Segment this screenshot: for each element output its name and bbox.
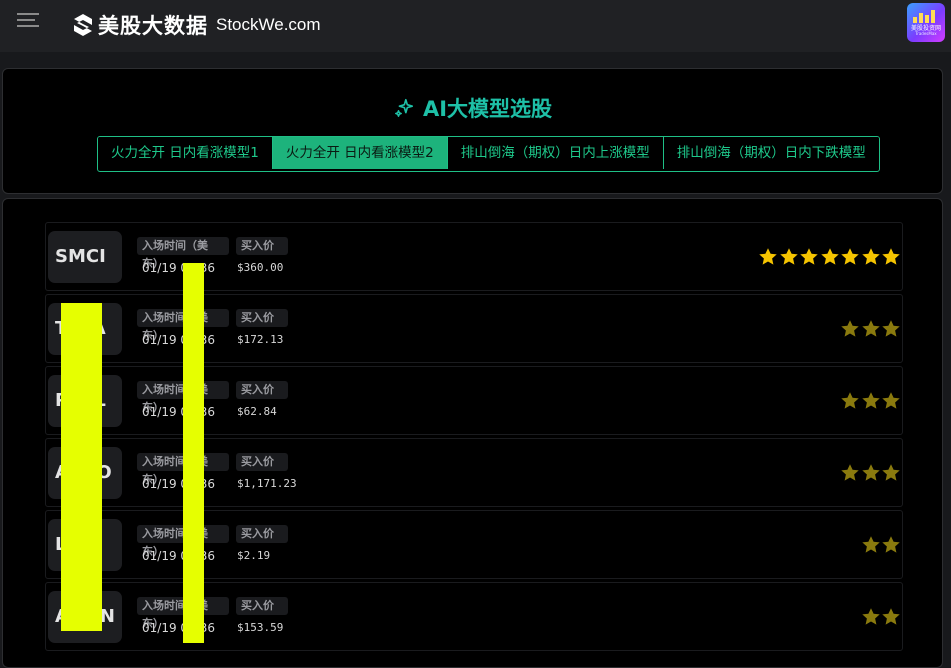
rating-stars	[860, 535, 901, 555]
buy-price-value: $62.84	[237, 405, 277, 418]
tab-model-3[interactable]: 排山倒海（期权）日内上涨模型	[447, 137, 664, 169]
buy-price-label: 买入价	[236, 525, 288, 543]
star-icon	[861, 464, 880, 481]
star-icon	[800, 248, 818, 265]
buy-price-value: $1,171.23	[237, 477, 297, 490]
pick-row[interactable]: AVGO入场时间（美东）买入价01/19 09:36$1,171.23	[45, 438, 903, 507]
tab-model-2[interactable]: 火力全开 日内看涨模型2	[272, 137, 448, 169]
rating-stars	[758, 247, 902, 267]
star-icon	[882, 248, 900, 265]
rating-stars	[840, 463, 902, 483]
entry-time-value: 01/19 09:36	[142, 261, 215, 275]
logo-title-cn: 美股大数据	[98, 14, 208, 38]
redaction-bar-right	[183, 263, 204, 643]
picks-panel: SMCI入场时间（美东）买入价01/19 09:36$360.00TSLA入场时…	[2, 198, 943, 668]
tab-model-1[interactable]: 火力全开 日内看涨模型1	[98, 137, 273, 169]
star-icon	[882, 464, 900, 481]
logo-s-icon	[74, 14, 92, 36]
star-icon	[882, 320, 900, 337]
buy-price-value: $153.59	[237, 621, 284, 634]
model-tabs: 火力全开 日内看涨模型1 火力全开 日内看涨模型2 排山倒海（期权）日内上涨模型 排山…	[97, 136, 880, 172]
chart-bars-icon	[913, 9, 939, 23]
sparkle-icon	[394, 98, 414, 117]
buy-price-label: 买入价	[236, 309, 288, 327]
rating-stars	[840, 391, 902, 411]
buy-price-label: 买入价	[236, 237, 288, 255]
top-bar: 美股大数据 StockWe.com 美股投资网 TradesMax	[0, 0, 951, 52]
buy-price-value: $360.00	[237, 261, 284, 274]
tab-model-4[interactable]: 排山倒海（期权）日内下跌模型	[663, 137, 879, 169]
model-selector-panel: AI大模型选股 火力全开 日内看涨模型1 火力全开 日内看涨模型2 排山倒海（期权）…	[2, 68, 943, 194]
ticker-symbol: SMCI	[48, 231, 122, 283]
panel-title: AI大模型选股	[3, 93, 942, 123]
star-icon	[882, 392, 900, 409]
star-icon	[759, 248, 777, 265]
star-icon	[841, 320, 859, 337]
star-icon	[820, 248, 839, 265]
star-icon	[779, 248, 798, 265]
buy-price-value: $2.19	[237, 549, 271, 562]
star-icon	[841, 392, 859, 409]
buy-price-label: 买入价	[236, 381, 288, 399]
star-icon	[861, 320, 880, 337]
entry-time-value: 01/19 09:36	[142, 621, 215, 635]
star-icon	[841, 248, 859, 265]
entry-time-value: 01/19 09:36	[142, 477, 215, 491]
star-icon	[882, 608, 900, 625]
star-icon	[841, 464, 859, 481]
entry-time-label: 入场时间（美东）	[137, 237, 229, 270]
rating-stars	[860, 607, 901, 627]
star-icon	[861, 608, 880, 625]
star-icon	[861, 248, 880, 265]
rating-stars	[840, 319, 902, 339]
buy-price-label: 买入价	[236, 453, 288, 471]
pick-row[interactable]: SMCI 入场时间（美东） 买入价 01/19 09:36 $360.00	[45, 222, 903, 291]
pick-row[interactable]: TSLA入场时间（美东）买入价01/19 09:36$172.13	[45, 294, 903, 363]
app-badge[interactable]: 美股投资网 TradesMax	[907, 3, 945, 42]
entry-time-value: 01/19 09:36	[142, 549, 215, 563]
redaction-bar-left	[61, 303, 102, 631]
star-icon	[861, 392, 880, 409]
panel-title-text: AI大模型选股	[422, 97, 553, 121]
pick-row[interactable]: AMZN入场时间（美东）买入价01/19 09:36$153.59	[45, 582, 903, 651]
entry-time-value: 01/19 09:36	[142, 405, 215, 419]
site-logo[interactable]: 美股大数据 StockWe.com	[72, 11, 321, 39]
pick-row[interactable]: LU入场时间（美东）买入价01/19 09:36$2.19	[45, 510, 903, 579]
star-icon	[861, 536, 880, 553]
entry-time-value: 01/19 09:36	[142, 333, 215, 347]
star-icon	[882, 536, 900, 553]
menu-icon[interactable]	[17, 13, 39, 31]
logo-title-en: StockWe.com	[216, 15, 321, 34]
buy-price-value: $172.13	[237, 333, 284, 346]
buy-price-label: 买入价	[236, 597, 288, 615]
app-badge-subtitle: TradesMax	[915, 31, 937, 36]
pick-row[interactable]: PYPL入场时间（美东）买入价01/19 09:36$62.84	[45, 366, 903, 435]
